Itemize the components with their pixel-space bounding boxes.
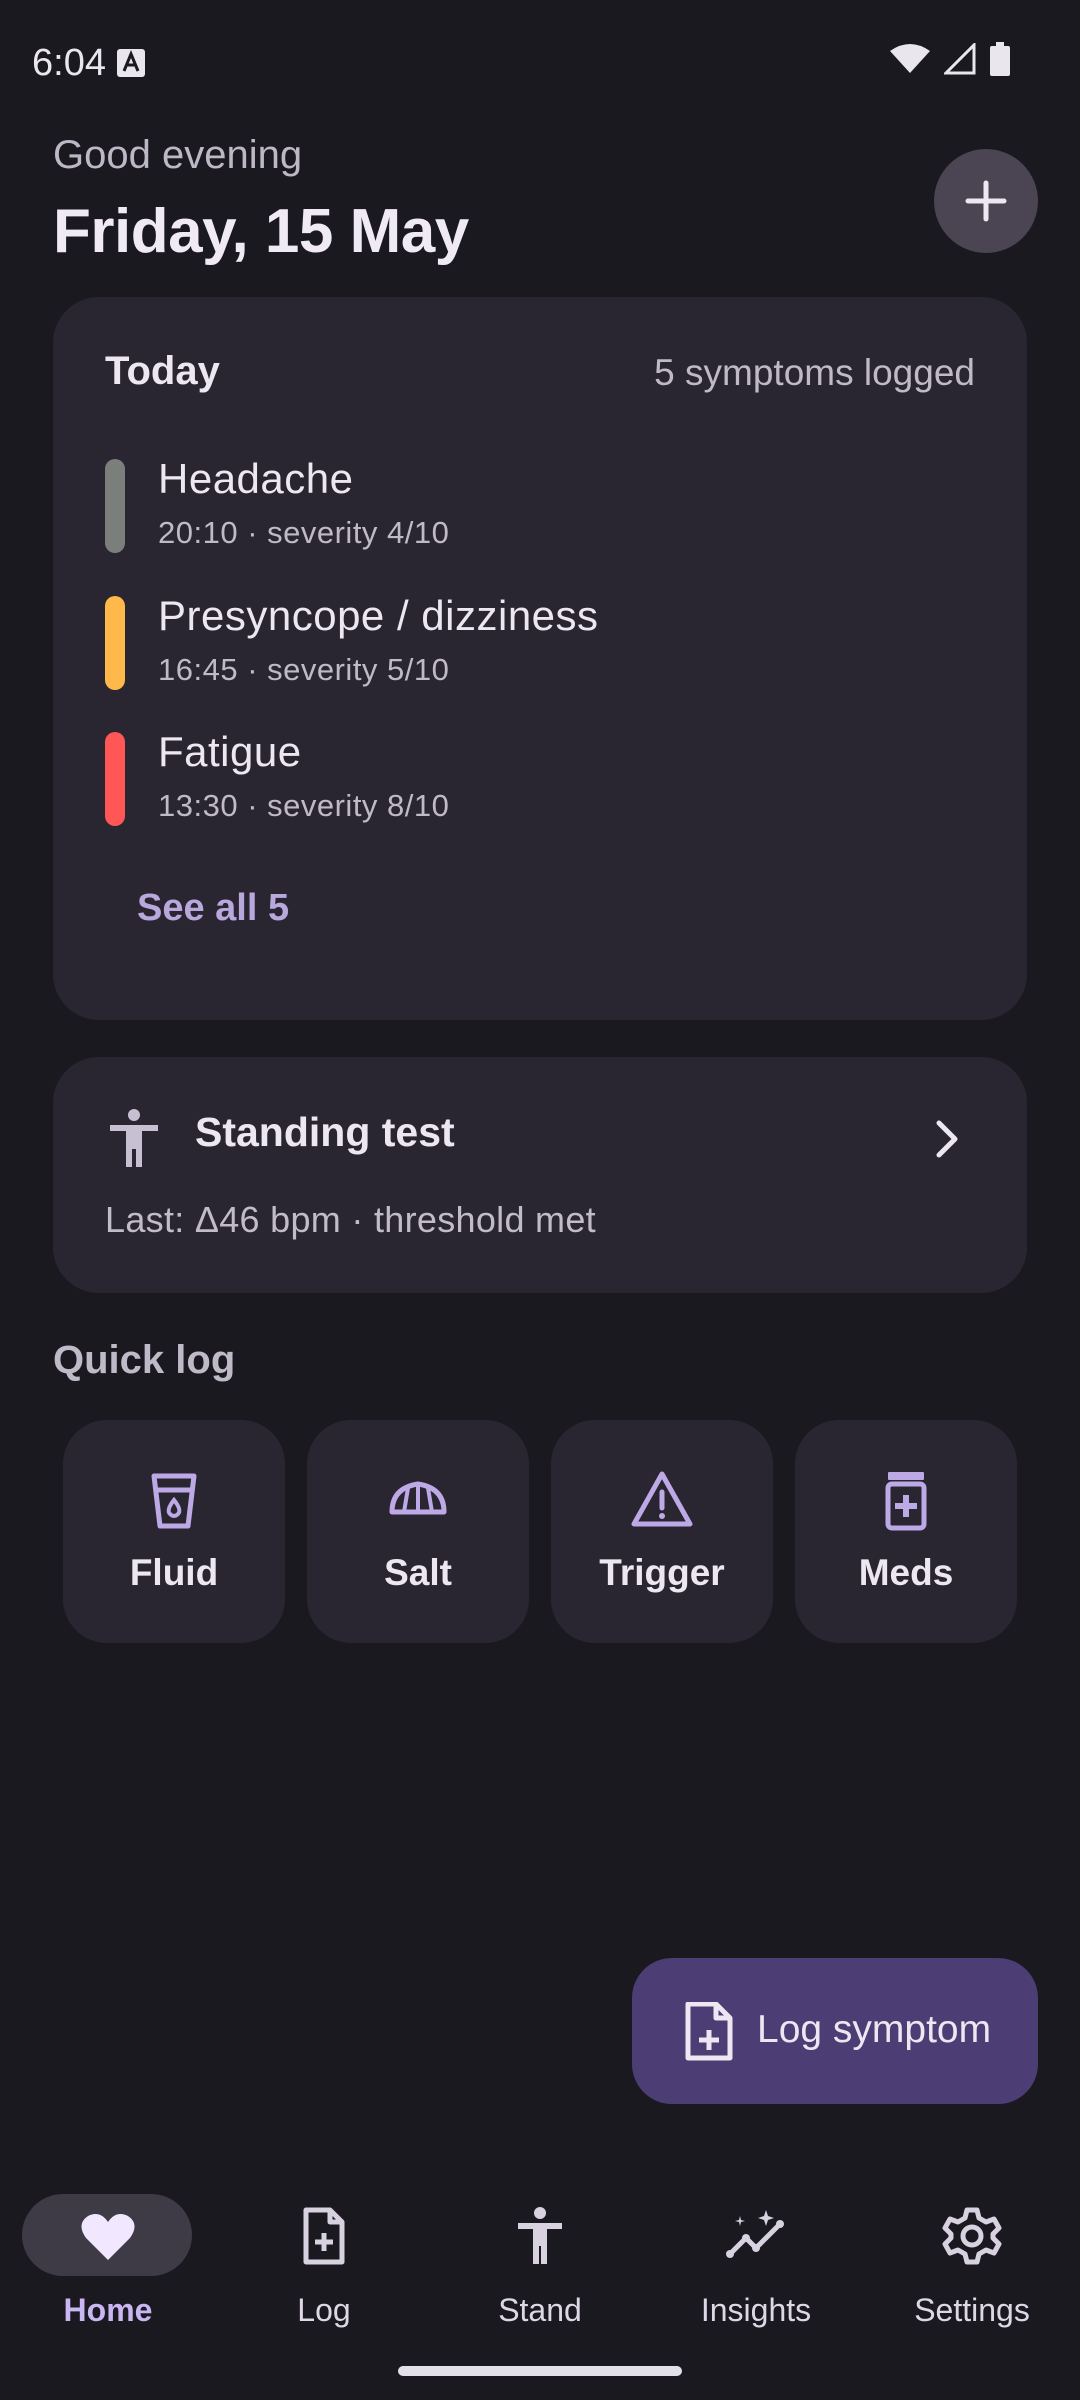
cup-icon bbox=[151, 1473, 197, 1529]
quick-log-label: Salt bbox=[384, 1552, 452, 1593]
symptom-name: Presyncope / dizziness bbox=[158, 592, 599, 639]
symptom-count: 5 symptoms logged bbox=[654, 352, 975, 393]
signal-icon bbox=[944, 43, 976, 75]
chevron-right-icon bbox=[936, 1120, 958, 1158]
quick-log-title: Quick log bbox=[53, 1338, 236, 1382]
note-add-icon bbox=[685, 2002, 733, 2061]
quick-log-label: Trigger bbox=[599, 1552, 725, 1593]
salt-shaker-icon bbox=[389, 1481, 447, 1515]
symptom-meta: 16:45 · severity 5/10 bbox=[158, 652, 450, 687]
home-indicator[interactable] bbox=[398, 2366, 682, 2376]
person-standing-icon bbox=[110, 1109, 158, 1167]
greeting: Good evening bbox=[53, 133, 303, 177]
note-add-icon bbox=[303, 2207, 345, 2265]
status-icons bbox=[890, 42, 1010, 76]
insights-icon bbox=[726, 2210, 784, 2258]
today-card[interactable]: Today 5 symptoms logged Headache 20:10 ·… bbox=[53, 297, 1027, 1020]
notification-icon bbox=[117, 49, 145, 77]
quick-log-salt[interactable]: Salt bbox=[307, 1420, 529, 1643]
nav-item-home[interactable]: Home bbox=[0, 2170, 216, 2350]
quick-log-fluid[interactable]: Fluid bbox=[63, 1420, 285, 1643]
symptom-item-headache[interactable]: Headache 20:10 · severity 4/10 bbox=[105, 455, 965, 555]
severity-bar bbox=[105, 596, 125, 690]
status-time: 6:04 bbox=[32, 42, 106, 84]
nav-item-stand[interactable]: Stand bbox=[432, 2170, 648, 2350]
battery-icon bbox=[990, 42, 1010, 76]
standing-test-title: Standing test bbox=[195, 1109, 455, 1155]
quick-log-trigger[interactable]: Trigger bbox=[551, 1420, 773, 1643]
symptom-item-fatigue[interactable]: Fatigue 13:30 · severity 8/10 bbox=[105, 728, 965, 828]
nav-label: Log bbox=[297, 2292, 351, 2328]
severity-bar bbox=[105, 732, 125, 826]
nav-label: Stand bbox=[498, 2292, 582, 2328]
symptom-name: Fatigue bbox=[158, 728, 302, 775]
today-title: Today bbox=[105, 349, 220, 393]
quick-log-meds[interactable]: Meds bbox=[795, 1420, 1017, 1643]
add-button[interactable] bbox=[934, 149, 1038, 253]
status-bar: 6:04 bbox=[0, 0, 1080, 128]
gear-icon bbox=[942, 2207, 1002, 2265]
quick-log-label: Fluid bbox=[129, 1552, 219, 1593]
quick-log-label: Meds bbox=[858, 1552, 954, 1593]
see-all-button[interactable]: See all 5 bbox=[137, 887, 289, 930]
standing-test-card[interactable]: Standing test Last: Δ46 bpm · threshold … bbox=[53, 1057, 1027, 1293]
person-standing-icon bbox=[518, 2207, 562, 2264]
heart-icon bbox=[81, 2214, 135, 2260]
symptom-meta: 20:10 · severity 4/10 bbox=[158, 515, 450, 550]
plus-icon bbox=[965, 180, 1007, 222]
bottom-navigation: Home Log Stand Insights Settings bbox=[0, 2150, 1080, 2400]
nav-label: Settings bbox=[914, 2292, 1030, 2328]
wifi-icon bbox=[890, 44, 930, 73]
nav-item-log[interactable]: Log bbox=[216, 2170, 432, 2350]
symptom-name: Headache bbox=[158, 455, 354, 502]
warning-icon bbox=[631, 1471, 693, 1527]
symptom-item-presyncope[interactable]: Presyncope / dizziness 16:45 · severity … bbox=[105, 592, 965, 692]
log-symptom-label: Log symptom bbox=[757, 2008, 992, 2051]
standing-test-summary: Last: Δ46 bpm · threshold met bbox=[105, 1199, 596, 1240]
medication-icon bbox=[885, 1472, 927, 1531]
nav-label: Insights bbox=[700, 2292, 812, 2328]
symptom-meta: 13:30 · severity 8/10 bbox=[158, 788, 450, 823]
log-symptom-button[interactable]: Log symptom bbox=[632, 1958, 1038, 2104]
nav-item-settings[interactable]: Settings bbox=[864, 2170, 1080, 2350]
nav-label: Home bbox=[63, 2292, 153, 2328]
nav-item-insights[interactable]: Insights bbox=[648, 2170, 864, 2350]
page-title: Friday, 15 May bbox=[53, 197, 469, 266]
severity-bar bbox=[105, 459, 125, 553]
